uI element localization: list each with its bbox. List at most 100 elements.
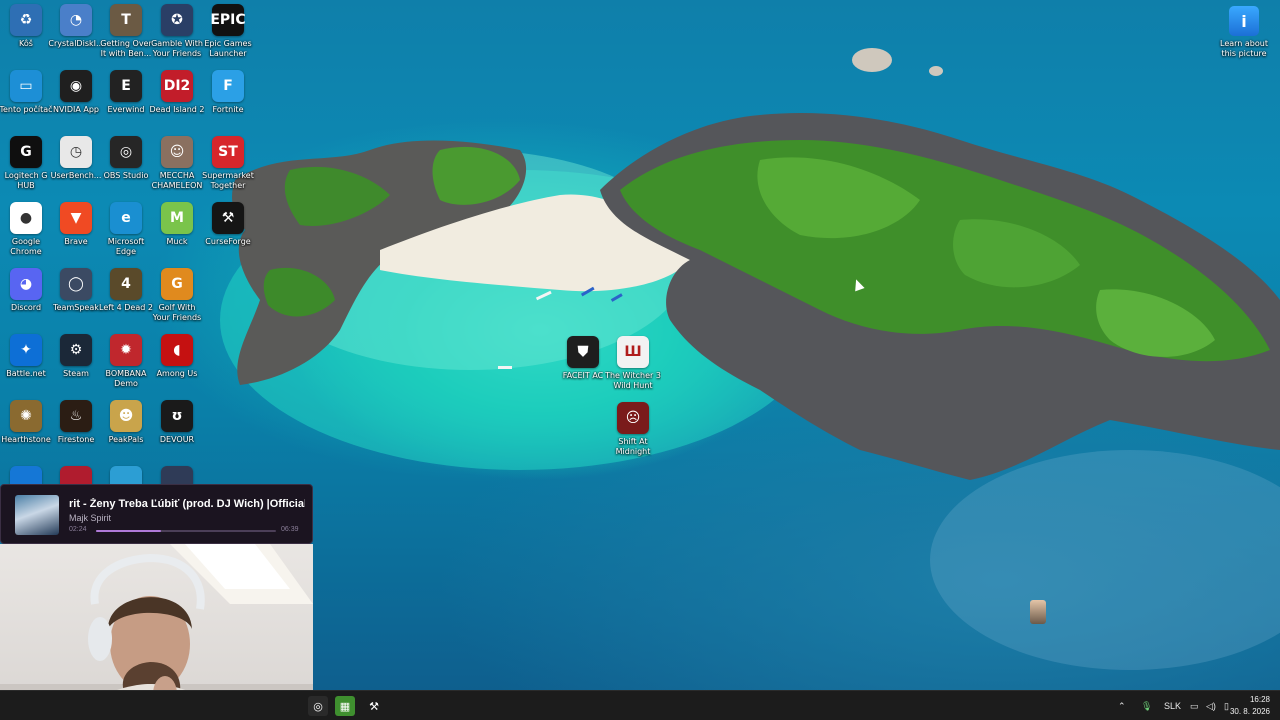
progress-fill bbox=[96, 530, 161, 532]
desktop-icon-hammer[interactable]: T Getting Over It with Ben... bbox=[100, 4, 152, 66]
desktop-icon-among-us[interactable]: ◖ Among Us bbox=[152, 334, 202, 396]
floating-avatar bbox=[1030, 600, 1046, 624]
desktop-icon-this-pc[interactable]: ▭ Tento počítač bbox=[0, 70, 53, 132]
desktop-icon-discord[interactable]: ◕ Discord bbox=[1, 268, 51, 330]
now-playing-widget[interactable]: rit - Ženy Treba Ľúbiť (prod. DJ Wich) |… bbox=[0, 484, 313, 544]
desktop-icon-fortnite[interactable]: F Fortnite bbox=[203, 70, 253, 132]
desktop-icon-gamepad[interactable]: ✪ Gamble With Your Friends bbox=[151, 4, 203, 66]
microphone-icon: 🎙 bbox=[1141, 700, 1153, 711]
desktop-icon-label: DEVOUR bbox=[159, 435, 195, 444]
desktop-icon-label: Hearthstone bbox=[1, 435, 51, 444]
tray-language[interactable]: SLK bbox=[1164, 691, 1181, 720]
chrome-icon: ● bbox=[10, 202, 42, 234]
track-title: rit - Ženy Treba Ľúbiť (prod. DJ Wich) |… bbox=[69, 498, 305, 510]
minecraft-icon[interactable]: ▦ bbox=[335, 696, 355, 716]
desktop-icon-supermarket[interactable]: ST Supermarket Together bbox=[202, 136, 254, 198]
desktop-icon-label: Among Us bbox=[156, 369, 198, 378]
desktop-icon-label: Firestone bbox=[57, 435, 95, 444]
devour-icon: ʊ bbox=[161, 400, 193, 432]
obs-icon: ◎ bbox=[110, 136, 142, 168]
dead-island-icon: DI2 bbox=[161, 70, 193, 102]
desktop-icon-nvidia[interactable]: ◉ NVIDIA App bbox=[51, 70, 101, 132]
teamspeak-icon: ◯ bbox=[60, 268, 92, 300]
track-artist: Majk Spirit bbox=[69, 513, 112, 523]
desktop-icon-label: CurseForge bbox=[205, 237, 251, 246]
desktop-icon-golf[interactable]: G Golf With Your Friends bbox=[152, 268, 202, 330]
network-icon: ▭ bbox=[1190, 700, 1199, 711]
desktop-icon-left4dead[interactable]: 4 Left 4 Dead 2 bbox=[99, 268, 153, 330]
desktop-icon-label: Shift At Midnight bbox=[615, 437, 651, 456]
steam-icon: ⚙ bbox=[60, 334, 92, 366]
desktop-icon-curseforge[interactable]: ⚒ CurseForge bbox=[203, 202, 253, 264]
desktop-icon-logitech[interactable]: G Logitech G HUB bbox=[1, 136, 51, 198]
obs-taskbar-icon[interactable]: ◎ bbox=[308, 696, 328, 716]
nvidia-icon: ◉ bbox=[60, 70, 92, 102]
desktop-icon-edge[interactable]: e Microsoft Edge bbox=[101, 202, 151, 264]
crystaldisk-icon: ◔ bbox=[60, 4, 92, 36]
taskbar-clock[interactable]: 16:28 30. 8. 2026 bbox=[1230, 694, 1270, 718]
desktop-icon-label: Epic Games Launcher bbox=[204, 39, 252, 58]
desktop-icon-label: Google Chrome bbox=[10, 237, 42, 256]
tray-microphone[interactable]: 🎙 bbox=[1141, 691, 1152, 720]
desktop-icon-peakpals[interactable]: ☻ PeakPals bbox=[101, 400, 151, 462]
desktop-icon-teamspeak[interactable]: ◯ TeamSpeak bbox=[51, 268, 101, 330]
desktop-icon-firestone[interactable]: ♨ Firestone bbox=[51, 400, 101, 462]
desktop-icon-label: Logitech G HUB bbox=[4, 171, 48, 190]
chevron-up-icon: ⌃ bbox=[1118, 700, 1126, 711]
desktop-icon-chameleon[interactable]: ☺ MECCHA CHAMELEON bbox=[152, 136, 202, 198]
desktop-icon-label: Getting Over It with Ben... bbox=[100, 39, 152, 58]
shift-at-midnight-icon: ☹ bbox=[617, 402, 649, 434]
desktop-icon-devour[interactable]: ʊ DEVOUR bbox=[152, 400, 202, 462]
hammer-icon: T bbox=[110, 4, 142, 36]
desktop-icon-label: Supermarket Together bbox=[202, 171, 254, 190]
desktop-icon-crystaldisk[interactable]: ◔ CrystalDiskI... bbox=[48, 4, 104, 66]
desktop-icon-recycle-bin[interactable]: ♻ Kôš bbox=[1, 4, 51, 66]
desktop-icon-everwind[interactable]: E Everwind bbox=[101, 70, 151, 132]
supermarket-icon: ST bbox=[212, 136, 244, 168]
desktop-icon-faceit[interactable]: ⛊ FACEIT AC bbox=[558, 336, 608, 398]
learn-about-picture[interactable]: i Learn about this picture bbox=[1216, 6, 1272, 59]
desktop-icon-label: Gamble With Your Friends bbox=[151, 39, 203, 58]
desktop-icon-label: Steam bbox=[63, 369, 89, 378]
desktop-icon-epic-games[interactable]: EPIC Epic Games Launcher bbox=[203, 4, 253, 66]
tray-battery[interactable]: ▯ bbox=[1224, 691, 1229, 720]
desktop-icon-label: Brave bbox=[64, 237, 88, 246]
bombana-icon: ✹ bbox=[110, 334, 142, 366]
golf-icon: G bbox=[161, 268, 193, 300]
desktop-icon-brave[interactable]: ▼ Brave bbox=[51, 202, 101, 264]
desktop-icon-obs[interactable]: ◎ OBS Studio bbox=[101, 136, 151, 198]
among-us-icon: ◖ bbox=[161, 334, 193, 366]
desktop-icon-steam[interactable]: ⚙ Steam bbox=[51, 334, 101, 396]
desktop-icon-chrome[interactable]: ● Google Chrome bbox=[1, 202, 51, 264]
desktop-icon-bombana[interactable]: ✹ BOMBANA Demo bbox=[101, 334, 151, 396]
battlenet-icon: ✦ bbox=[10, 334, 42, 366]
album-thumbnail bbox=[15, 495, 59, 535]
info-icon: i bbox=[1229, 6, 1259, 36]
fortnite-icon: F bbox=[212, 70, 244, 102]
curseforge-taskbar-icon[interactable]: ⚒ bbox=[364, 696, 384, 716]
tray-network[interactable]: ▭ bbox=[1190, 691, 1199, 720]
chameleon-icon: ☺ bbox=[161, 136, 193, 168]
curseforge-icon: ⚒ bbox=[212, 202, 244, 234]
desktop-icon-dead-island[interactable]: DI2 Dead Island 2 bbox=[149, 70, 205, 132]
desktop-icon-battlenet[interactable]: ✦ Battle.net bbox=[1, 334, 51, 396]
desktop-icon-label: Golf With Your Friends bbox=[152, 303, 202, 322]
tray-chevron[interactable]: ⌃ bbox=[1118, 691, 1126, 720]
track-duration: 06:39 bbox=[281, 526, 299, 533]
desktop-icon-label: MECCHA CHAMELEON bbox=[151, 171, 203, 190]
elapsed-time: 02:24 bbox=[69, 526, 87, 533]
muck-icon: M bbox=[161, 202, 193, 234]
tray-volume[interactable]: ◁) bbox=[1206, 691, 1216, 720]
desktop-icon-label: Dead Island 2 bbox=[149, 105, 205, 114]
desktop-icon-shift-at-midnight[interactable]: ☹ Shift At Midnight bbox=[608, 402, 658, 464]
left4dead-icon: 4 bbox=[110, 268, 142, 300]
desktop-icon-muck[interactable]: M Muck bbox=[152, 202, 202, 264]
edge-icon: e bbox=[110, 202, 142, 234]
desktop-icon-witcher[interactable]: Ш The Witcher 3 Wild Hunt bbox=[605, 336, 661, 398]
desktop-icon-userbenchmark[interactable]: ◷ UserBench... bbox=[51, 136, 101, 198]
this-pc-icon: ▭ bbox=[10, 70, 42, 102]
progress-bar[interactable] bbox=[96, 530, 276, 532]
desktop-icon-hearthstone[interactable]: ✺ Hearthstone bbox=[1, 400, 51, 462]
userbenchmark-icon: ◷ bbox=[60, 136, 92, 168]
desktop-icon-label: Microsoft Edge bbox=[107, 237, 145, 256]
